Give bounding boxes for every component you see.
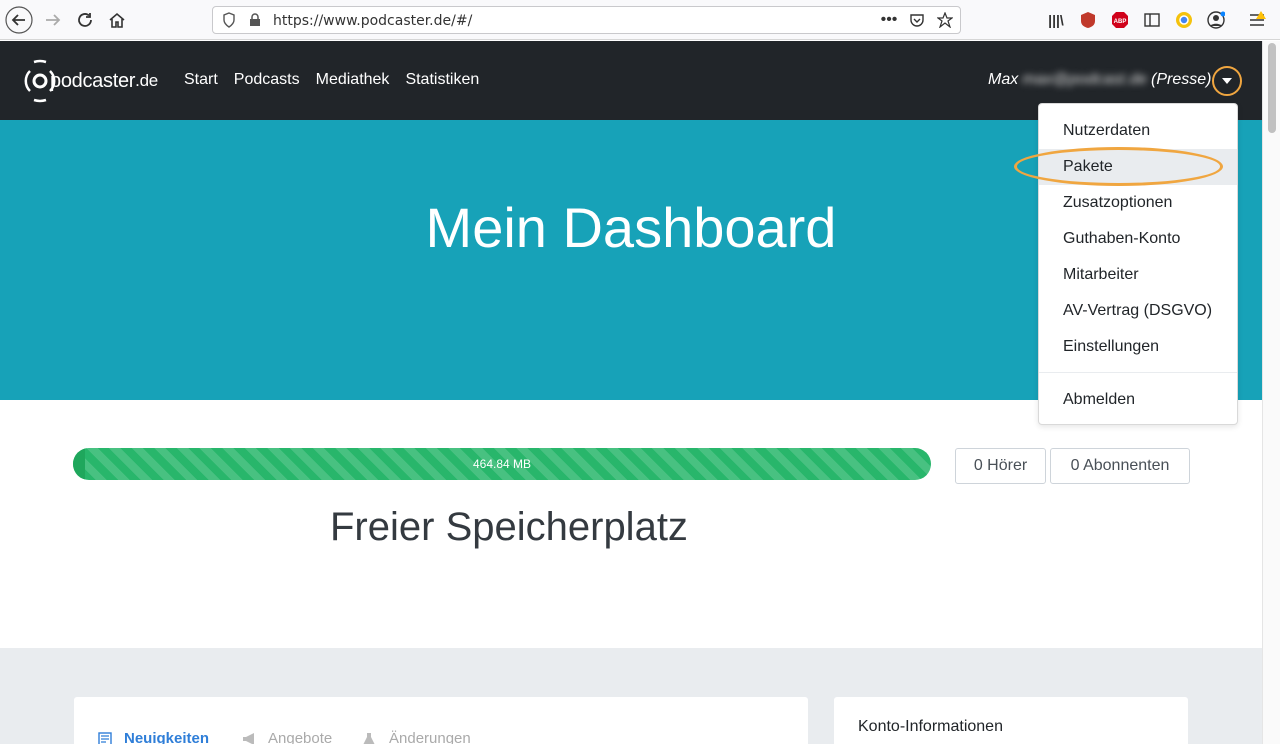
menu-item-nutzerdaten[interactable]: Nutzerdaten xyxy=(1039,113,1237,149)
home-button[interactable] xyxy=(103,6,131,34)
address-bar[interactable]: https://www.podcaster.de/#/ ••• xyxy=(212,6,961,34)
library-icon[interactable]: |||\ xyxy=(1046,10,1066,30)
newspaper-icon xyxy=(98,731,112,744)
flask-icon xyxy=(363,732,375,744)
user-email: max@podcast.de xyxy=(1022,71,1147,88)
user-menu-label[interactable]: Max max@podcast.de (Presse) xyxy=(988,71,1211,89)
caret-down-icon xyxy=(1222,78,1232,84)
logo-text-caster: caster xyxy=(82,69,136,92)
listeners-button[interactable]: 0 Hörer xyxy=(955,448,1046,484)
account-card-title: Konto-Informationen xyxy=(858,718,1003,735)
user-role: (Presse) xyxy=(1150,71,1212,88)
svg-text:ABP: ABP xyxy=(1114,19,1127,25)
storage-title: Freier Speicherplatz xyxy=(330,505,688,549)
menu-icon[interactable] xyxy=(1247,10,1267,30)
menu-item-abmelden[interactable]: Abmelden xyxy=(1039,382,1237,418)
browser-toolbar: https://www.podcaster.de/#/ ••• |||\ ABP xyxy=(0,0,1280,40)
nav-podcasts[interactable]: Podcasts xyxy=(234,71,300,89)
storage-progress-bar: 464.84 MB xyxy=(73,448,931,480)
user-dropdown-toggle[interactable] xyxy=(1212,66,1242,96)
logo-text-pod: pod xyxy=(50,69,83,92)
home-icon xyxy=(109,12,125,28)
shield-icon[interactable] xyxy=(221,12,237,28)
nav-mediathek[interactable]: Mediathek xyxy=(316,71,390,89)
logo-text-tld: .de xyxy=(135,71,158,90)
podcaster-logo[interactable]: pod caster .de xyxy=(24,59,158,103)
back-button[interactable] xyxy=(5,6,33,34)
account-icon[interactable] xyxy=(1206,10,1226,30)
menu-item-einstellungen[interactable]: Einstellungen xyxy=(1039,329,1237,365)
forward-button[interactable] xyxy=(39,6,67,34)
more-options-icon[interactable]: ••• xyxy=(881,11,898,28)
sidebar-icon[interactable] xyxy=(1142,10,1162,30)
tab-neuigkeiten-label: Neuigkeiten xyxy=(124,730,210,744)
storage-used-label: 464.84 MB xyxy=(472,457,532,471)
menu-item-zusatzoptionen[interactable]: Zusatzoptionen xyxy=(1039,185,1237,221)
user-first-name: Max xyxy=(988,71,1019,88)
reload-button[interactable] xyxy=(71,6,99,34)
arrow-right-icon xyxy=(46,14,61,26)
ublock-icon[interactable] xyxy=(1078,10,1098,30)
main-nav: Start Podcasts Mediathek Statistiken xyxy=(184,71,479,89)
tab-angebote-label: Angebote xyxy=(268,730,333,744)
tab-aenderungen[interactable]: Änderungen xyxy=(363,730,471,744)
scrollbar-thumb[interactable] xyxy=(1268,43,1276,133)
page-scrollbar[interactable] xyxy=(1262,41,1280,744)
megaphone-icon xyxy=(243,732,254,744)
reload-icon xyxy=(78,13,92,27)
arrow-left-icon xyxy=(5,6,33,34)
menu-item-guthaben-konto[interactable]: Guthaben-Konto xyxy=(1039,221,1237,257)
highlight-annotation xyxy=(1014,147,1223,186)
lock-icon[interactable] xyxy=(247,12,263,28)
pocket-icon[interactable] xyxy=(909,12,925,28)
menu-item-av-vertrag[interactable]: AV-Vertrag (DSGVO) xyxy=(1039,293,1237,329)
adblock-plus-icon[interactable]: ABP xyxy=(1110,10,1130,30)
tab-aenderungen-label: Änderungen xyxy=(389,730,471,744)
nav-statistiken[interactable]: Statistiken xyxy=(405,71,479,89)
url-text[interactable]: https://www.podcaster.de/#/ xyxy=(273,13,472,29)
nav-start[interactable]: Start xyxy=(184,71,218,89)
menu-item-mitarbeiter[interactable]: Mitarbeiter xyxy=(1039,257,1237,293)
bookmark-star-icon[interactable] xyxy=(937,12,953,28)
tab-angebote[interactable]: Angebote xyxy=(242,730,332,744)
menu-divider xyxy=(1039,372,1237,373)
subscribers-button[interactable]: 0 Abonnenten xyxy=(1050,448,1190,484)
chrome-extension-icon[interactable] xyxy=(1174,10,1194,30)
tab-neuigkeiten[interactable]: Neuigkeiten xyxy=(98,730,209,744)
